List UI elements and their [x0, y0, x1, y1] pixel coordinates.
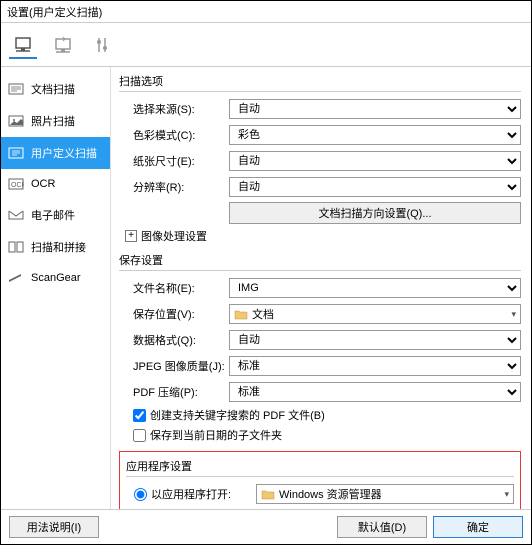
sidebar: 文档扫描 照片扫描 用户定义扫描 OCR OCR 电子邮件 扫描和拼接 Scan… — [1, 67, 111, 509]
main-panel: 扫描选项 选择来源(S): 自动 色彩模式(C): 彩色 纸张尺寸(E): 自动… — [111, 67, 531, 509]
sidebar-item-doc-scan[interactable]: 文档扫描 — [1, 73, 110, 105]
radio-open-with-app[interactable]: 以应用程序打开: — [126, 486, 256, 502]
group-title: 保存设置 — [119, 252, 521, 271]
ok-button[interactable]: 确定 — [433, 516, 523, 538]
sidebar-label: 扫描和拼接 — [31, 239, 86, 255]
paper-size-select[interactable]: 自动 — [229, 151, 521, 171]
checkbox-label: 保存到当前日期的子文件夹 — [150, 427, 282, 443]
field-label: 文件名称(E): — [119, 280, 229, 296]
folder-icon — [234, 308, 248, 320]
format-select[interactable]: 自动 — [229, 330, 521, 350]
pdf-compression-select[interactable]: 标准 — [229, 382, 521, 402]
scan-options-group: 扫描选项 选择来源(S): 自动 色彩模式(C): 彩色 纸张尺寸(E): 自动… — [119, 73, 521, 244]
scanner-icon — [7, 271, 25, 285]
explorer-icon — [261, 488, 275, 500]
sidebar-label: 用户定义扫描 — [31, 145, 97, 161]
titlebar: 设置(用户定义扫描) — [1, 1, 531, 23]
document-icon — [7, 82, 25, 96]
field-label: 纸张尺寸(E): — [119, 153, 229, 169]
sidebar-label: 照片扫描 — [31, 113, 75, 129]
field-label: JPEG 图像质量(J): — [119, 358, 229, 374]
keyword-pdf-checkbox[interactable] — [133, 409, 146, 422]
email-icon — [7, 208, 25, 222]
photo-icon — [7, 114, 25, 128]
field-label: 保存位置(V): — [119, 306, 229, 322]
resolution-select[interactable]: 自动 — [229, 177, 521, 197]
defaults-button[interactable]: 默认值(D) — [337, 516, 427, 538]
field-label: 选择来源(S): — [119, 101, 229, 117]
settings-window: 设置(用户定义扫描) 文档扫描 照片扫描 用户定义扫描 OCR OCR 电子邮件 — [0, 0, 532, 545]
tab-tools-icon[interactable] — [89, 31, 117, 59]
svg-text:OCR: OCR — [11, 182, 24, 189]
toolbar — [1, 23, 531, 67]
sidebar-item-ocr[interactable]: OCR OCR — [1, 169, 110, 199]
sidebar-item-custom-scan[interactable]: 用户定义扫描 — [1, 137, 110, 169]
jpeg-quality-select[interactable]: 标准 — [229, 356, 521, 376]
stitch-icon — [7, 240, 25, 254]
save-settings-group: 保存设置 文件名称(E): IMG 保存位置(V): 文档 数据格式(Q): 自… — [119, 252, 521, 443]
color-mode-select[interactable]: 彩色 — [229, 125, 521, 145]
field-label: 数据格式(Q): — [119, 332, 229, 348]
open-app-select[interactable]: Windows 资源管理器 — [256, 484, 514, 504]
sidebar-label: ScanGear — [31, 272, 81, 284]
app-settings-highlight: 应用程序设置 以应用程序打开: Windows 资源管理器 发送到应用程序: 预… — [119, 451, 521, 509]
instructions-button[interactable]: 用法说明(I) — [9, 516, 99, 538]
ocr-icon: OCR — [7, 177, 25, 191]
sidebar-label: 文档扫描 — [31, 81, 75, 97]
location-select[interactable]: 文档 — [229, 304, 521, 324]
custom-icon — [7, 146, 25, 160]
field-label: 色彩模式(C): — [119, 127, 229, 143]
group-title: 应用程序设置 — [126, 458, 514, 477]
footer: 用法说明(I) 默认值(D) 确定 — [1, 509, 531, 544]
window-title: 设置(用户定义扫描) — [7, 4, 102, 20]
date-subfolder-checkbox[interactable] — [133, 429, 146, 442]
checkbox-label: 创建支持关键字搜索的 PDF 文件(B) — [150, 407, 325, 423]
expand-label: 图像处理设置 — [141, 228, 207, 244]
sidebar-item-email[interactable]: 电子邮件 — [1, 199, 110, 231]
sidebar-label: 电子邮件 — [31, 207, 75, 223]
tab-scan2-icon[interactable] — [49, 31, 77, 59]
sidebar-item-photo-scan[interactable]: 照片扫描 — [1, 105, 110, 137]
field-label: 分辨率(R): — [119, 179, 229, 195]
tab-scan-icon[interactable] — [9, 31, 37, 59]
expand-toggle[interactable]: + — [125, 230, 137, 242]
filename-select[interactable]: IMG — [229, 278, 521, 298]
sidebar-item-scan-stitch[interactable]: 扫描和拼接 — [1, 231, 110, 263]
group-title: 扫描选项 — [119, 73, 521, 92]
source-select[interactable]: 自动 — [229, 99, 521, 119]
sidebar-item-scangear[interactable]: ScanGear — [1, 263, 110, 293]
sidebar-label: OCR — [31, 178, 55, 190]
orientation-button[interactable]: 文档扫描方向设置(Q)... — [229, 202, 521, 224]
field-label: PDF 压缩(P): — [119, 384, 229, 400]
